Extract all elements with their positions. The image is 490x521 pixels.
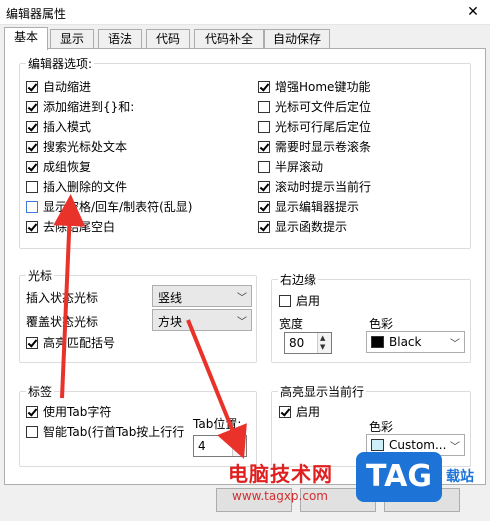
checkbox-icon: [258, 121, 270, 133]
checkbox-icon: [26, 426, 38, 438]
right-margin-width-input[interactable]: 80 ▲ ▼: [284, 332, 332, 354]
checkbox-icon: [258, 221, 270, 233]
checkbox-icon: [258, 141, 270, 153]
insert-cursor-label: 插入状态光标: [26, 291, 99, 305]
checkbox-icon: [258, 81, 270, 93]
tab-width-input[interactable]: 4 ▲ ▼: [193, 435, 247, 457]
checkbox-icon: [26, 181, 38, 193]
checkbox-icon: [258, 161, 270, 173]
chevron-down-icon: ﹀: [450, 339, 460, 350]
right-margin-color-select[interactable]: Black ﹀: [366, 331, 465, 353]
checkbox-icon: [26, 406, 38, 418]
overwrite-cursor-select[interactable]: 方块 ﹀: [152, 309, 252, 331]
tab-width-label: Tab位置:: [193, 417, 242, 431]
checkbox-icon: [258, 201, 270, 213]
watermark-side-text: 载站: [446, 469, 474, 485]
checkbox-icon: [279, 406, 291, 418]
checkbox-icon: [26, 121, 38, 133]
right-margin-legend: 右边缘: [280, 273, 317, 287]
window-title: 编辑器属性: [6, 7, 67, 21]
checkbox-icon: [26, 81, 38, 93]
tab-autosave[interactable]: 自动保存: [264, 29, 330, 49]
arrow-down-icon: ▼: [235, 446, 241, 454]
highlight-line-color-label: 色彩: [369, 420, 394, 434]
checkbox-icon: [279, 295, 291, 307]
editor-options-legend: 编辑器选项:: [28, 57, 93, 71]
watermark-url: www.tagxp.com: [232, 489, 328, 503]
cursor-legend: 光标: [28, 269, 53, 283]
tab-code[interactable]: 代码: [146, 29, 190, 49]
arrow-up-icon: ▲: [320, 334, 326, 342]
spinner[interactable]: ▲ ▼: [317, 333, 331, 353]
right-margin-color-label: 色彩: [369, 317, 394, 331]
tab-code-completion[interactable]: 代码补全: [194, 29, 264, 49]
close-icon[interactable]: ✕: [462, 2, 484, 22]
chevron-down-icon: ﹀: [237, 293, 247, 304]
checkbox-icon: [258, 181, 270, 193]
tab-syntax[interactable]: 语法: [98, 29, 142, 49]
chevron-down-icon: ﹀: [450, 442, 460, 453]
color-swatch: [371, 336, 384, 348]
tab-panel-basic: 编辑器选项: 自动缩进 添加缩进到{}和: 插入模式 搜索光标处文本 成组恢复 …: [4, 48, 486, 485]
chevron-down-icon: ﹀: [237, 317, 247, 328]
checkbox-icon: [26, 141, 38, 153]
watermark-logo: TAG: [356, 452, 442, 502]
tab-display[interactable]: 显示: [50, 29, 94, 49]
color-swatch: [371, 439, 384, 451]
overwrite-cursor-label: 覆盖状态光标: [26, 315, 99, 329]
arrow-down-icon: ▼: [320, 343, 326, 351]
spinner[interactable]: ▲ ▼: [232, 436, 246, 456]
tab-settings-legend: 标签: [28, 385, 53, 399]
arrow-up-icon: ▲: [235, 437, 241, 445]
title-bar: 编辑器属性 ✕: [0, 0, 490, 25]
checkbox-icon: [26, 221, 38, 233]
checkbox-icon: [26, 337, 38, 349]
checkbox-icon: [258, 101, 270, 113]
insert-cursor-select[interactable]: 竖线 ﹀: [152, 285, 252, 307]
checkbox-icon: [26, 101, 38, 113]
right-margin-width-label: 宽度: [279, 317, 304, 331]
highlight-line-legend: 高亮显示当前行: [280, 385, 365, 399]
checkbox-icon: [26, 161, 38, 173]
watermark-text: 电脑技术网: [228, 462, 333, 486]
tab-basic[interactable]: 基本: [4, 27, 48, 50]
checkbox-icon: [26, 201, 38, 213]
